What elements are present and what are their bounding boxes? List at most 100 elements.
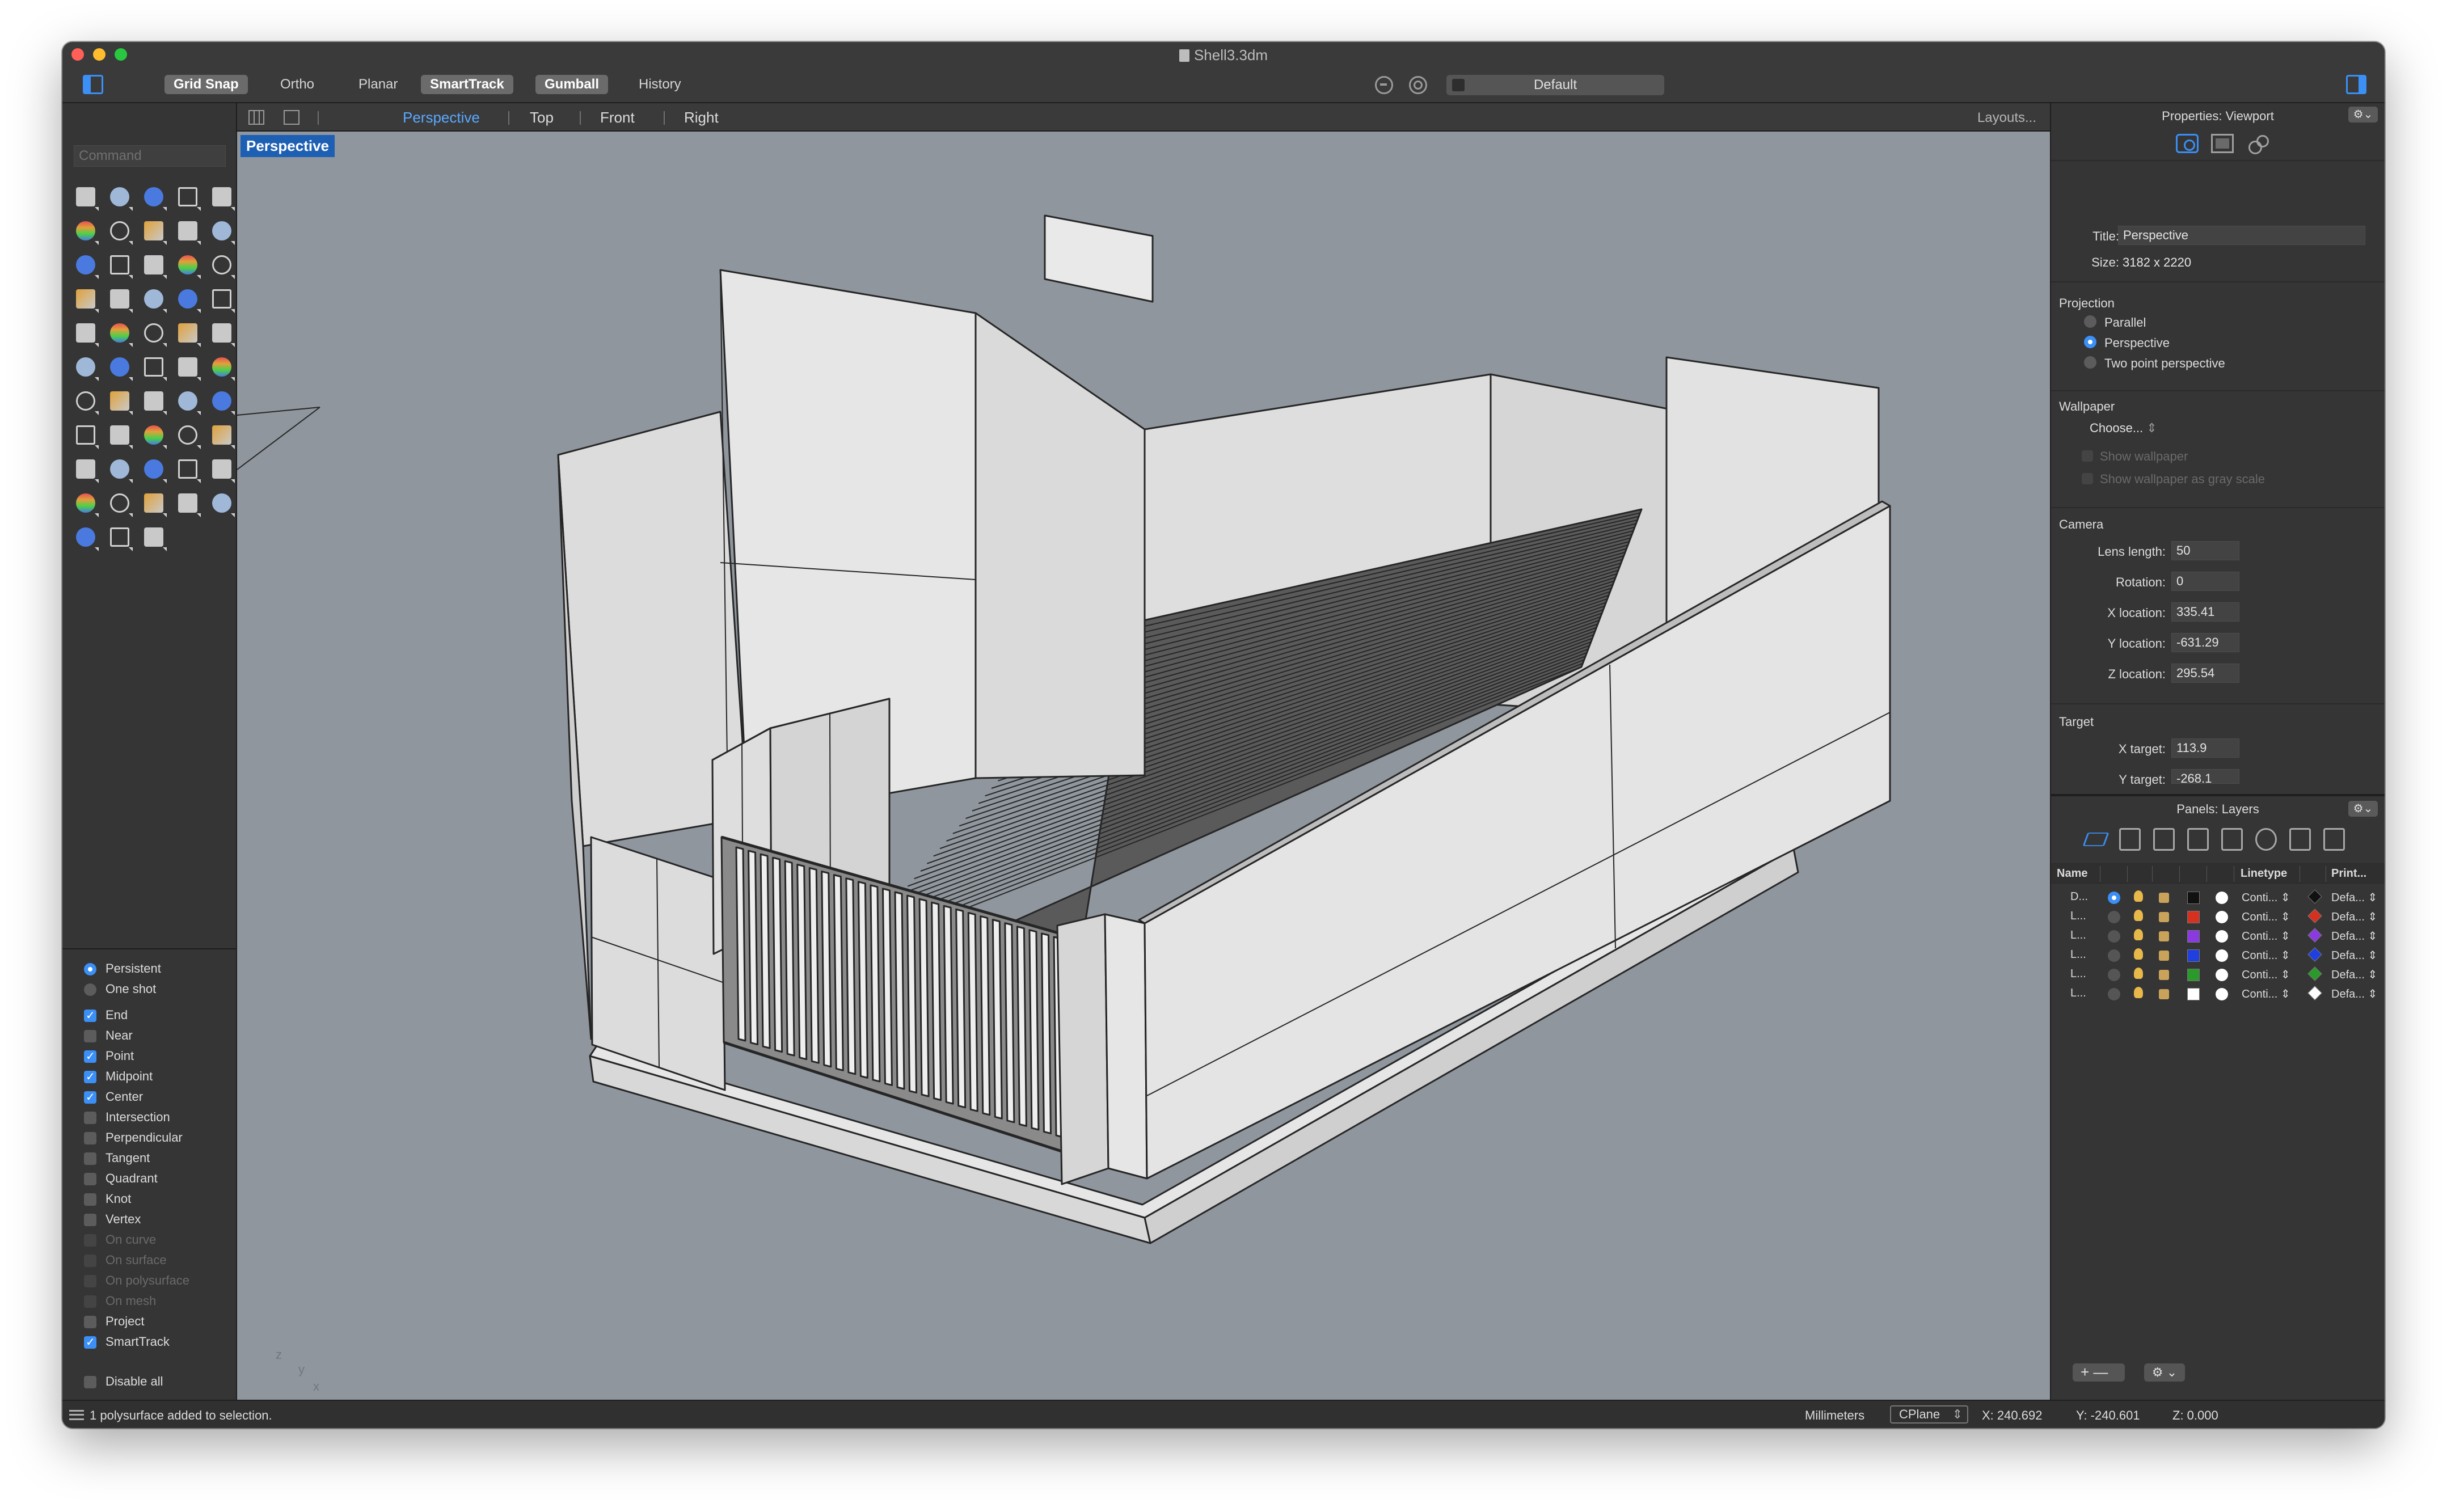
wallpaper-grayscale-checkbox[interactable] [2082, 473, 2093, 484]
osnap-point-checkbox[interactable] [84, 1046, 96, 1067]
osnap-disable-all[interactable]: Disable all [84, 1371, 189, 1392]
osnap-intersection[interactable]: Intersection [84, 1107, 189, 1127]
four-viewports-icon[interactable] [248, 110, 264, 125]
osnap-smarttrack-checkbox[interactable] [84, 1332, 96, 1353]
panel-splitter[interactable] [2051, 794, 2385, 796]
perspective-radio[interactable] [2084, 336, 2096, 348]
move-icon[interactable] [70, 350, 101, 385]
ellipse-icon[interactable] [70, 214, 101, 248]
car-wire-icon[interactable] [138, 453, 169, 487]
grid-snap-toggle[interactable]: Grid Snap [164, 75, 248, 94]
layer-tools-menu[interactable]: ⚙ ⌄ [2144, 1363, 2185, 1382]
two-point-perspective-radio[interactable] [2084, 356, 2096, 369]
extrude-icon[interactable] [206, 248, 237, 282]
osnap-project[interactable]: Project [84, 1311, 189, 1332]
units-label[interactable]: Millimeters [1805, 1408, 1864, 1423]
rotation-field[interactable]: 0 [2171, 572, 2239, 591]
tools-tab-icon[interactable] [2289, 828, 2311, 851]
array-icon[interactable] [70, 316, 101, 350]
lock-icon[interactable] [70, 487, 101, 521]
layer-name[interactable]: L... [2070, 948, 2086, 961]
point-icon[interactable] [104, 180, 135, 214]
explode-icon[interactable] [104, 282, 135, 316]
light-icon[interactable] [206, 419, 237, 453]
curve-icon[interactable] [172, 180, 203, 214]
layer-lock-icon[interactable] [2159, 951, 2169, 961]
layer-row[interactable]: L... Conti... ⇕ Defa... ⇕ [2051, 946, 2385, 965]
mesh-icon[interactable] [206, 385, 237, 419]
show-wallpaper-checkbox[interactable] [2082, 450, 2093, 462]
layers-gear-icon[interactable]: ⚙⌄ [2348, 801, 2378, 817]
layer-row[interactable]: D... Conti... ⇕ Defa... ⇕ [2051, 888, 2385, 907]
display-mode-select[interactable]: Default [1446, 75, 1664, 95]
layer-visibility-bulb-icon[interactable] [2134, 910, 2143, 921]
layer-color-swatch[interactable] [2187, 930, 2200, 943]
viewport-title-field[interactable]: Perspective [2118, 226, 2365, 245]
layer-visibility-bulb-icon[interactable] [2134, 890, 2143, 902]
single-viewport-icon[interactable] [284, 110, 299, 125]
help-tab-icon[interactable] [2255, 828, 2277, 851]
cplane-select[interactable]: CPlane [1890, 1405, 1968, 1424]
surface-icon[interactable] [70, 248, 101, 282]
current-layer-radio[interactable] [2108, 892, 2120, 904]
layer-row[interactable]: L... Conti... ⇕ Defa... ⇕ [2051, 985, 2385, 1004]
osnap-center[interactable]: Center [84, 1087, 189, 1108]
layer-print-color-swatch[interactable] [2307, 966, 2322, 981]
smarttrack-toggle[interactable]: SmartTrack [421, 75, 513, 94]
x-target-field[interactable]: 113.9 [2171, 738, 2239, 758]
zoom-window-icon[interactable] [138, 419, 169, 453]
layer-material-icon[interactable] [2216, 930, 2228, 943]
osnap-perpendicular[interactable]: Perpendicular [84, 1127, 189, 1148]
wallpaper-choose-select[interactable]: Choose... [2090, 421, 2157, 436]
polygon-icon[interactable] [172, 214, 203, 248]
layer-name[interactable]: D... [2070, 890, 2088, 903]
lens-length-field[interactable]: 50 [2171, 541, 2239, 560]
navigate-back-icon[interactable] [1375, 76, 1393, 94]
osnap-midpoint[interactable]: Midpoint [84, 1066, 189, 1087]
layer-lock-icon[interactable] [2159, 989, 2169, 999]
link-tab-icon[interactable] [2246, 134, 2269, 154]
layer-print-width[interactable]: Defa... ⇕ [2331, 968, 2377, 982]
layers-tab-icon[interactable] [2082, 833, 2110, 846]
tab-perspective[interactable]: Perspective [403, 109, 480, 126]
fillet-curve-icon[interactable] [206, 214, 237, 248]
layer-name[interactable]: L... [2070, 987, 2086, 1000]
layer-name[interactable]: L... [2070, 929, 2086, 942]
layer-lock-icon[interactable] [2159, 931, 2169, 941]
osnap-intersection-checkbox[interactable] [84, 1112, 96, 1124]
layer-print-color-swatch[interactable] [2307, 889, 2322, 904]
layer-row[interactable]: L... Conti... ⇕ Defa... ⇕ [2051, 927, 2385, 946]
layer-visibility-bulb-icon[interactable] [2134, 987, 2143, 998]
flag-icon[interactable] [104, 521, 135, 555]
disable-all-checkbox[interactable] [84, 1376, 96, 1388]
osnap-on-mesh[interactable]: On mesh [84, 1291, 189, 1311]
blocks-tab-icon[interactable] [2153, 828, 2175, 851]
layer-material-icon[interactable] [2216, 949, 2228, 962]
osnap-end[interactable]: End [84, 1005, 189, 1026]
perspective-viewport[interactable]: Perspective z y x [237, 132, 2050, 1400]
arc-icon[interactable] [104, 214, 135, 248]
layer-material-icon[interactable] [2216, 892, 2228, 904]
osnap-center-checkbox[interactable] [84, 1087, 96, 1108]
osnap-mode-radio[interactable] [84, 963, 96, 975]
layer-icon[interactable] [104, 385, 135, 419]
rotate-icon[interactable] [138, 316, 169, 350]
osnap-vertex[interactable]: Vertex [84, 1209, 189, 1230]
join-icon[interactable] [104, 316, 135, 350]
current-layer-radio[interactable] [2108, 911, 2120, 923]
y-location-field[interactable]: -631.29 [2171, 633, 2239, 652]
ortho-toggle[interactable]: Ortho [271, 75, 323, 94]
current-layer-radio[interactable] [2108, 988, 2120, 1000]
osnap-near[interactable]: Near [84, 1025, 189, 1046]
render-icon[interactable] [70, 521, 101, 555]
circle-icon[interactable] [206, 180, 237, 214]
osnap-near-checkbox[interactable] [84, 1030, 96, 1042]
environment-icon[interactable] [206, 487, 237, 521]
osnap-quadrant[interactable]: Quadrant [84, 1168, 189, 1189]
split-icon[interactable] [172, 282, 203, 316]
layer-row[interactable]: L... Conti... ⇕ Defa... ⇕ [2051, 965, 2385, 985]
osnap-on-polysurface-checkbox[interactable] [84, 1275, 96, 1287]
layer-name[interactable]: L... [2070, 968, 2086, 981]
car-icon[interactable] [104, 453, 135, 487]
right-sidebar-toggle-icon[interactable] [2346, 75, 2366, 94]
